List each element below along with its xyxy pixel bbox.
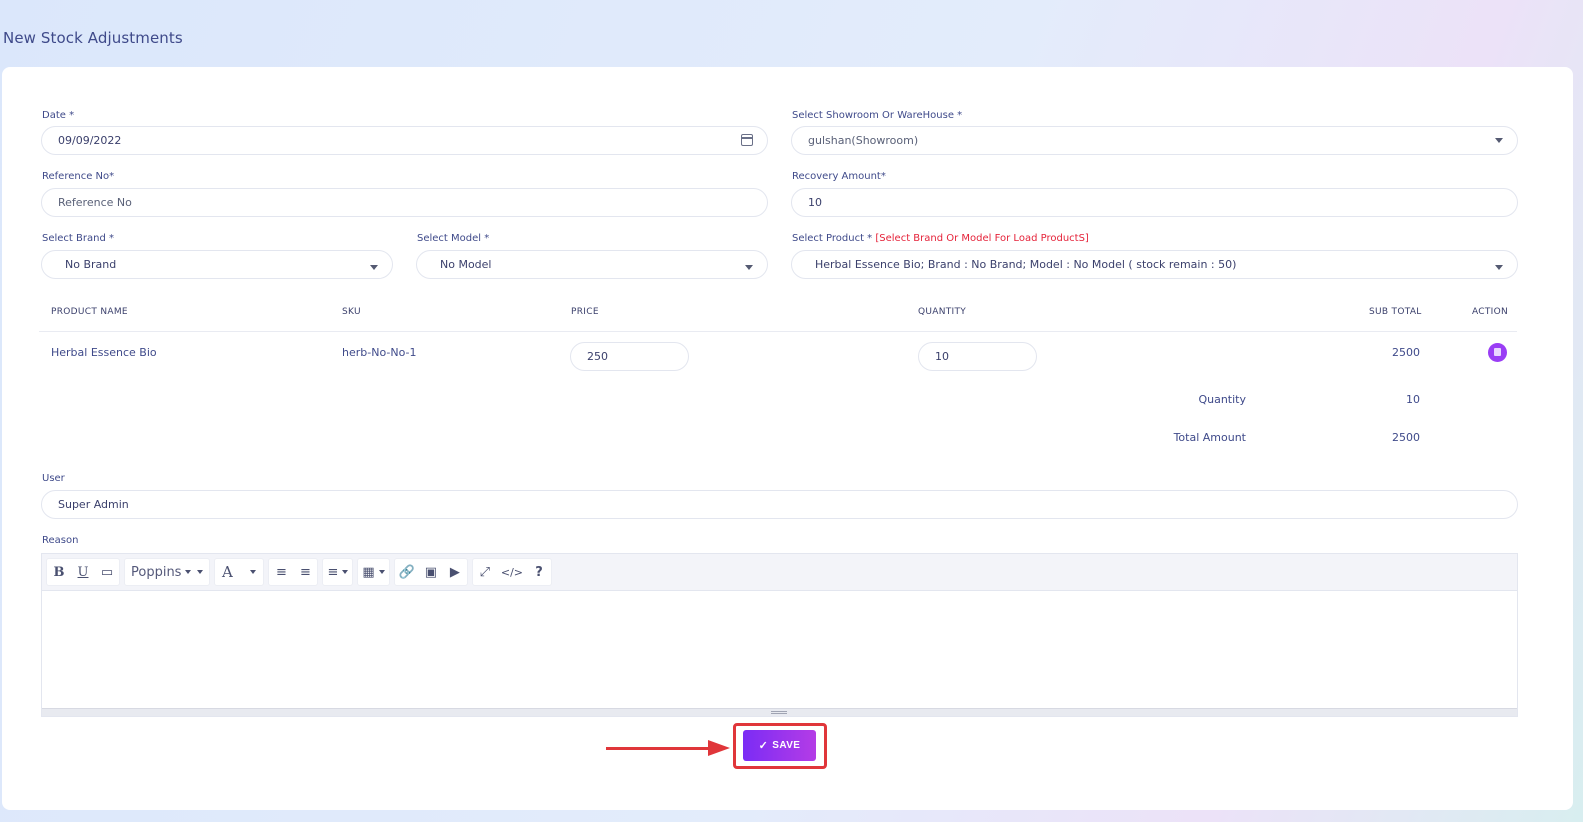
cell-sku: herb-No-No-1 [342, 346, 417, 359]
align-icon[interactable]: ≡ [323, 559, 352, 585]
reference-input[interactable]: Reference No [41, 188, 768, 217]
summary-quantity-label: Quantity [1198, 393, 1246, 406]
chevron-down-icon [185, 570, 192, 574]
product-select[interactable]: Herbal Essence Bio; Brand : No Brand; Mo… [791, 250, 1518, 279]
brand-label: Select Brand * [42, 233, 114, 244]
reference-label: Reference No* [42, 171, 115, 182]
font-color-icon[interactable]: A [215, 559, 239, 585]
editor-toolbar: B U ▭ Poppins A ≡ ≡ ≡ ▦ 🔗 ▣ ▶ ⤢ </> ? [42, 554, 1517, 591]
model-select[interactable]: No Model [416, 250, 768, 279]
reference-placeholder: Reference No [58, 196, 132, 209]
product-label: Select Product * [792, 233, 873, 244]
annotation-arrow-head [708, 740, 730, 756]
chevron-down-icon [370, 265, 378, 270]
product-hint: [Select Brand Or Model For Load ProductS… [875, 233, 1089, 244]
eraser-icon[interactable]: ▭ [95, 559, 119, 585]
save-label: SAVE [772, 740, 801, 751]
th-quantity: QUANTITY [918, 307, 967, 317]
chevron-down-icon [1495, 265, 1503, 270]
th-price: PRICE [571, 307, 599, 317]
color-group: A [214, 558, 265, 586]
font-group: Poppins [124, 558, 211, 586]
chevron-down-icon [250, 570, 257, 574]
recovery-value: 10 [808, 196, 822, 209]
showroom-label: Select Showroom Or WareHouse * [792, 110, 963, 121]
reason-label: Reason [42, 535, 79, 546]
insert-group: 🔗 ▣ ▶ [393, 558, 468, 586]
product-label-wrap: Select Product * [Select Brand Or Model … [792, 233, 1089, 244]
showroom-select[interactable]: gulshan(Showroom) [791, 126, 1518, 155]
summary-total-label: Total Amount [1173, 431, 1246, 444]
date-label: Date * [42, 110, 75, 121]
numbered-list-icon[interactable]: ≡ [293, 559, 317, 585]
th-sku: SKU [342, 307, 361, 317]
user-input[interactable]: Super Admin [41, 490, 1518, 519]
table-divider [39, 331, 1517, 332]
reason-editor[interactable]: B U ▭ Poppins A ≡ ≡ ≡ ▦ 🔗 ▣ ▶ ⤢ </> ? [41, 553, 1518, 717]
calendar-icon[interactable] [741, 134, 753, 146]
date-field[interactable]: 09/09/2022 [41, 126, 768, 155]
date-value: 09/09/2022 [58, 134, 122, 147]
editor-resize-bar[interactable] [42, 708, 1517, 716]
model-label: Select Model * [417, 233, 490, 244]
th-action: ACTION [1472, 307, 1509, 317]
summary-quantity-value: 10 [1406, 393, 1420, 406]
video-icon[interactable]: ▶ [443, 559, 467, 585]
link-icon[interactable]: 🔗 [395, 559, 419, 585]
showroom-value: gulshan(Showroom) [808, 134, 919, 147]
font-family-value: Poppins [131, 564, 182, 580]
annotation-arrow-line [606, 747, 718, 750]
bullet-list-icon[interactable]: ≡ [269, 559, 293, 585]
quantity-input[interactable]: 10 [918, 342, 1037, 371]
th-product-name: PRODUCT NAME [51, 307, 128, 317]
underline-button[interactable]: U [71, 559, 95, 585]
bold-button[interactable]: B [47, 559, 71, 585]
model-value: No Model [440, 258, 492, 271]
cell-sub-total: 2500 [1392, 346, 1420, 359]
paragraph-group: ≡ [322, 558, 354, 586]
fullscreen-icon[interactable]: ⤢ [473, 559, 497, 585]
help-icon[interactable]: ? [527, 559, 551, 585]
image-icon[interactable]: ▣ [419, 559, 443, 585]
recovery-label: Recovery Amount* [792, 171, 886, 182]
chevron-down-icon [1495, 138, 1503, 143]
th-sub-total: SUB TOTAL [1369, 307, 1422, 317]
brand-value: No Brand [65, 258, 117, 271]
check-icon: ✓ [758, 740, 769, 752]
price-input[interactable]: 250 [570, 342, 689, 371]
chevron-down-icon [342, 570, 349, 574]
cell-product-name: Herbal Essence Bio [51, 346, 157, 359]
page-title: New Stock Adjustments [3, 29, 183, 47]
product-value: Herbal Essence Bio; Brand : No Brand; Mo… [815, 258, 1237, 271]
user-label: User [42, 473, 65, 484]
list-group: ≡ ≡ [268, 558, 319, 586]
table-icon[interactable]: ▦ [358, 559, 388, 585]
user-value: Super Admin [58, 498, 129, 511]
format-group: B U ▭ [46, 558, 120, 586]
view-group: ⤢ </> ? [471, 558, 552, 586]
recovery-input[interactable]: 10 [791, 188, 1518, 217]
code-view-icon[interactable]: </> [497, 559, 527, 585]
brand-select[interactable]: No Brand [41, 250, 393, 279]
table-group: ▦ [357, 558, 390, 586]
summary-total-value: 2500 [1392, 431, 1420, 444]
color-dropdown[interactable] [239, 559, 263, 585]
chevron-down-icon [745, 265, 753, 270]
save-button[interactable]: ✓ SAVE [743, 730, 816, 761]
font-family-select[interactable]: Poppins [125, 559, 209, 585]
chevron-down-icon [378, 570, 385, 574]
delete-row-button[interactable] [1488, 343, 1507, 362]
resize-grip-icon [771, 711, 787, 714]
quantity-value: 10 [935, 350, 949, 363]
price-value: 250 [587, 350, 608, 363]
chevron-down-icon [197, 570, 204, 574]
